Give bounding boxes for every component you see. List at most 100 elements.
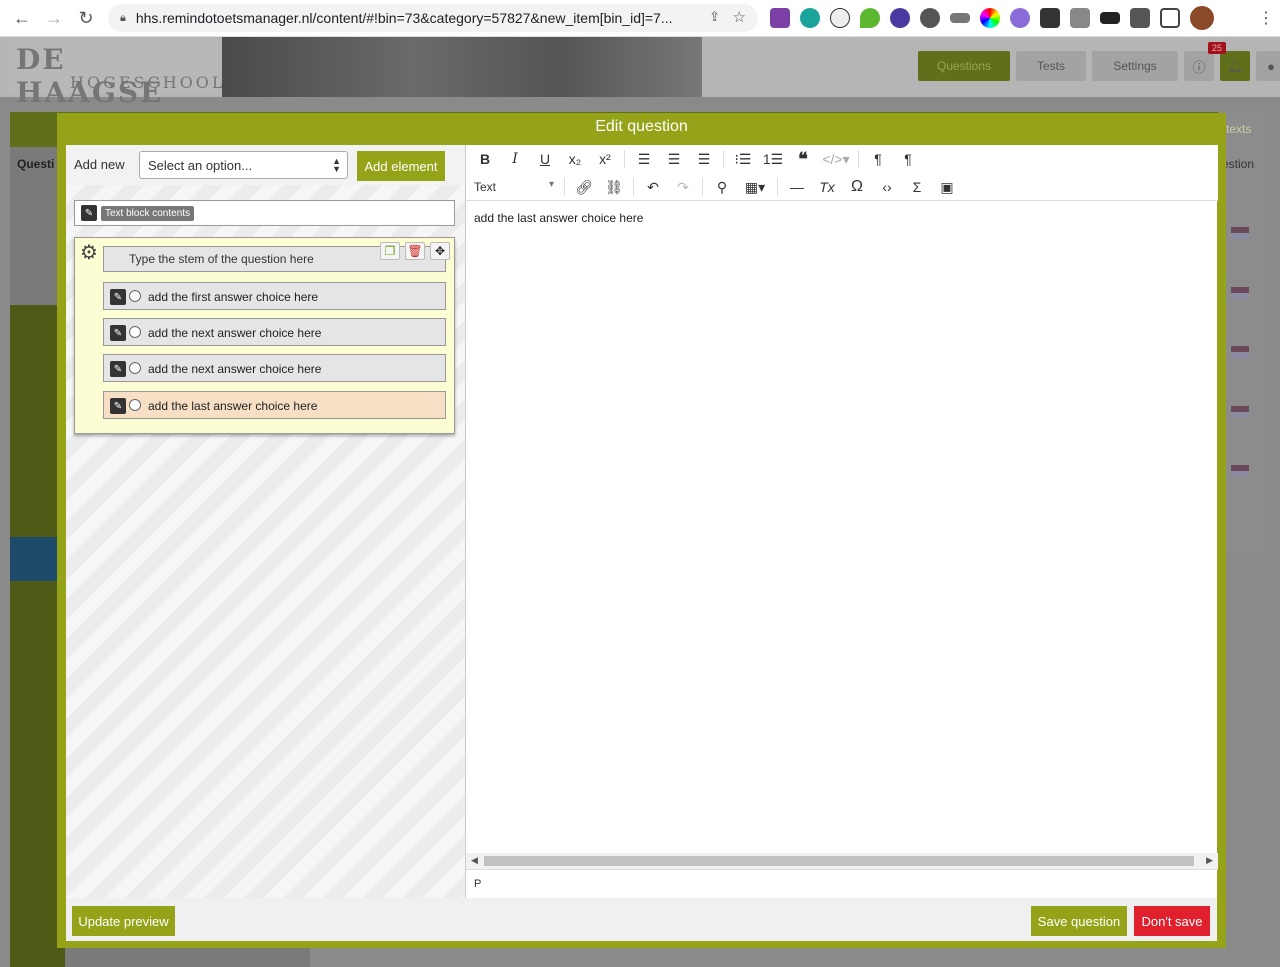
bell-icon[interactable]: 🔔︎ <box>1220 51 1250 81</box>
en-icon[interactable] <box>890 8 910 28</box>
ltr-icon[interactable]: ¶ <box>863 147 893 171</box>
nav-settings[interactable]: Settings <box>1092 51 1178 81</box>
align-left-icon[interactable]: ☰ <box>629 147 659 171</box>
answer-choice[interactable]: ✎ add the first answer choice here <box>103 282 446 310</box>
share-icon[interactable]: ⇪ <box>709 9 720 25</box>
numbered-list-icon[interactable]: 1☰ <box>758 147 788 171</box>
scroll-left-icon[interactable]: ◀ <box>471 855 478 866</box>
extension-teal-icon[interactable] <box>800 8 820 28</box>
blockquote-icon[interactable]: ❝ <box>788 147 818 171</box>
puzzle-icon[interactable] <box>1130 8 1150 28</box>
notification-badge: 25 <box>1208 42 1227 54</box>
image-icon[interactable]: ▣ <box>932 175 962 199</box>
superscript-icon[interactable]: x² <box>590 147 620 171</box>
dont-save-button[interactable]: Don't save <box>1134 906 1210 936</box>
flag-icon <box>1231 406 1249 418</box>
editor-statusbar: P <box>466 869 1218 898</box>
radio-button[interactable] <box>129 399 141 411</box>
horizontal-scrollbar[interactable]: ◀ ▶ <box>466 853 1218 869</box>
color-wheel-icon[interactable] <box>980 8 1000 28</box>
editor-toolbar: B I U x₂ x² ☰ ☰ ☰ ⁝☰ 1☰ ❝ </>▾ ¶ ¶ Text <box>466 145 1218 201</box>
toolbar-separator <box>633 178 634 196</box>
unlink-icon[interactable]: ⛓︎ <box>599 175 629 199</box>
bullet-list-icon[interactable]: ⁝☰ <box>728 147 758 171</box>
text-block[interactable]: ✎ Text block contents <box>74 200 455 226</box>
answer-choice-active[interactable]: ✎ add the last answer choice here <box>103 391 446 419</box>
select-arrows-icon: ▲ ▼ <box>332 156 341 174</box>
edit-pen-icon[interactable]: ✎ <box>81 205 97 221</box>
edit-pen-icon[interactable]: ✎ <box>110 361 126 377</box>
stem-tools: ❐ 🗑︎ ✥ <box>380 242 450 260</box>
bold-icon[interactable]: B <box>470 147 500 171</box>
flag-icon <box>1231 346 1249 358</box>
italic-icon[interactable]: I <box>500 147 530 171</box>
copy-icon[interactable]: ❐ <box>380 242 400 260</box>
radio-button[interactable] <box>129 362 141 374</box>
align-right-icon[interactable]: ☰ <box>689 147 719 171</box>
camera-icon[interactable] <box>1070 8 1090 28</box>
horizontal-rule-icon[interactable]: — <box>782 175 812 199</box>
toolbar-separator <box>702 178 703 196</box>
news-icon[interactable] <box>1040 8 1060 28</box>
forward-icon[interactable]: → <box>38 2 70 34</box>
clear-format-icon[interactable]: Tx <box>812 175 842 199</box>
address-bar[interactable]: 🔒︎ hhs.remindotoetsmanager.nl/content/#!… <box>108 4 758 32</box>
reload-icon[interactable]: ↻ <box>70 2 102 34</box>
extensions-area <box>770 6 1214 30</box>
bookmark-star-icon[interactable]: ☆ <box>733 8 746 26</box>
more-menu-icon[interactable]: ⋮ <box>1258 8 1274 28</box>
profile-avatar[interactable] <box>1190 6 1214 30</box>
scroll-thumb[interactable] <box>484 856 1194 866</box>
math-icon[interactable]: Σ <box>902 175 932 199</box>
radio-button[interactable] <box>129 290 141 302</box>
panda-icon[interactable] <box>830 8 850 28</box>
redo-icon[interactable]: ↷ <box>668 175 698 199</box>
gear-icon[interactable]: ⚙ <box>80 240 98 265</box>
trash-icon[interactable]: 🗑︎ <box>405 242 425 260</box>
move-icon[interactable]: ✥ <box>430 242 450 260</box>
back-icon[interactable]: ← <box>6 2 38 34</box>
edit-pen-icon[interactable]: ✎ <box>110 289 126 305</box>
special-char-icon[interactable]: Ω <box>842 175 872 199</box>
rtl-icon[interactable]: ¶ <box>893 147 923 171</box>
mask-icon[interactable] <box>1100 12 1120 24</box>
table-icon[interactable]: ▦▾ <box>737 175 773 199</box>
find-icon[interactable]: ⚲ <box>707 175 737 199</box>
update-preview-button[interactable]: Update preview <box>72 906 175 936</box>
source-code-icon[interactable]: ‹› <box>872 175 902 199</box>
editor-pane: B I U x₂ x² ☰ ☰ ☰ ⁝☰ 1☰ ❝ </>▾ ¶ ¶ Text <box>465 145 1218 898</box>
element-path[interactable]: P <box>474 878 481 890</box>
scroll-right-icon[interactable]: ▶ <box>1206 855 1213 866</box>
editor-content[interactable]: add the last answer choice here <box>466 201 1218 853</box>
elements-pane: Add new Select an option... ▲ ▼ Add eleme… <box>66 145 465 898</box>
underline-icon[interactable]: U <box>530 147 560 171</box>
radio-button[interactable] <box>129 326 141 338</box>
undo-icon[interactable]: ↶ <box>638 175 668 199</box>
onenote-icon[interactable] <box>770 8 790 28</box>
choice-text: add the first answer choice here <box>148 290 319 304</box>
element-type-select[interactable]: Select an option... ▲ ▼ <box>139 151 348 179</box>
align-center-icon[interactable]: ☰ <box>659 147 689 171</box>
format-select[interactable]: Text <box>470 175 560 199</box>
subscript-icon[interactable]: x₂ <box>560 147 590 171</box>
add-element-button[interactable]: Add element <box>357 151 445 181</box>
answer-choice[interactable]: ✎ add the next answer choice here <box>103 318 446 346</box>
glasses-icon[interactable] <box>950 13 970 23</box>
user-icon[interactable]: ● <box>1256 51 1280 81</box>
answer-choice[interactable]: ✎ add the next answer choice here <box>103 354 446 382</box>
wordpress-icon[interactable] <box>920 8 940 28</box>
edit-pen-icon[interactable]: ✎ <box>110 325 126 341</box>
save-question-button[interactable]: Save question <box>1031 906 1127 936</box>
info-icon[interactable]: ⓘ <box>1184 51 1214 81</box>
toolbar-separator <box>723 150 724 168</box>
sidebar-icon[interactable] <box>1160 8 1180 28</box>
nav-questions[interactable]: Questions <box>918 51 1010 81</box>
link-icon[interactable]: 🔗︎ <box>569 175 599 199</box>
canva-icon[interactable] <box>1010 8 1030 28</box>
drop-icon[interactable] <box>860 8 880 28</box>
code-block-icon[interactable]: </>▾ <box>818 147 854 171</box>
edit-pen-icon[interactable]: ✎ <box>110 398 126 414</box>
toolbar-separator <box>564 178 565 196</box>
nav-tests[interactable]: Tests <box>1016 51 1086 81</box>
choice-text: add the next answer choice here <box>148 362 322 376</box>
